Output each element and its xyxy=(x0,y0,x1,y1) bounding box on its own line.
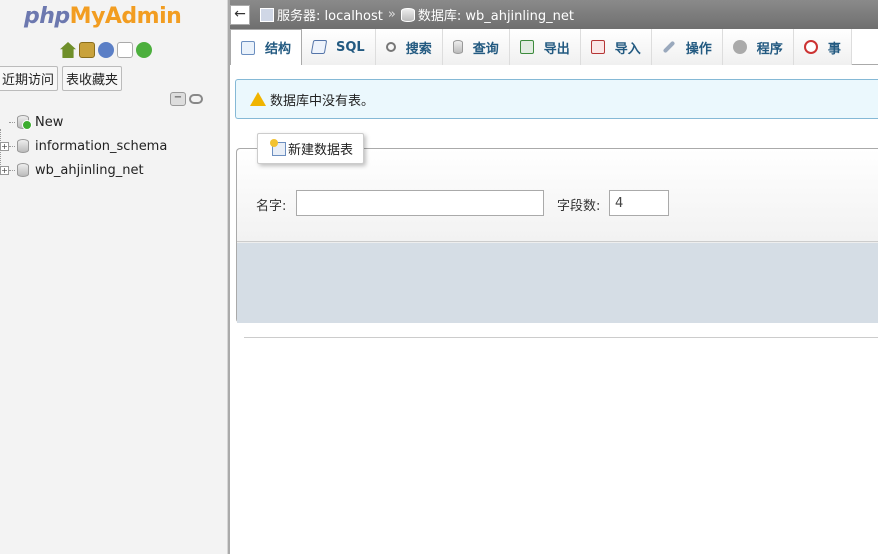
tree-controls: − xyxy=(170,92,203,106)
search-icon xyxy=(385,42,396,52)
tab-label: 查询 xyxy=(472,41,499,57)
docs-icon[interactable] xyxy=(117,42,133,58)
events-icon xyxy=(803,40,818,54)
breadcrumb-separator: » xyxy=(387,7,396,22)
create-table-form xyxy=(236,148,878,323)
collapse-all-icon[interactable]: − xyxy=(170,92,186,106)
export-icon xyxy=(519,40,534,54)
tab-search[interactable]: 搜索 xyxy=(375,29,443,65)
tab-label: 导出 xyxy=(543,41,570,57)
sql-icon xyxy=(310,40,328,54)
favorite-tables-button[interactable]: 表收藏夹 xyxy=(62,66,123,91)
logo-my: My xyxy=(69,4,106,29)
recent-tables-button[interactable]: 近期访问 xyxy=(0,66,59,91)
import-icon xyxy=(590,40,605,54)
help-icon[interactable] xyxy=(98,42,114,58)
form-footer xyxy=(237,243,878,323)
tab-label: 程序 xyxy=(756,41,783,57)
routines-icon xyxy=(732,40,747,54)
tree-item-label[interactable]: wb_ahjinling_net xyxy=(35,163,144,178)
tab-label: 导入 xyxy=(614,41,641,57)
column-count-label: 字段数: xyxy=(557,199,601,214)
tab-label: 结构 xyxy=(265,42,292,57)
phpmyadmin-logo[interactable]: phpMyAdmin xyxy=(24,4,182,29)
new-database-icon xyxy=(17,115,32,130)
new-table-icon xyxy=(270,138,286,156)
structure-icon xyxy=(241,40,255,55)
nav-icon-bar xyxy=(60,42,152,58)
reload-icon[interactable] xyxy=(136,42,152,58)
tree-branch xyxy=(9,121,15,123)
logout-icon[interactable] xyxy=(79,42,95,58)
expand-icon[interactable]: + xyxy=(0,165,9,175)
tab-operations[interactable]: 操作 xyxy=(651,29,723,65)
tree-branch xyxy=(9,145,15,147)
legend-text: 新建数据表 xyxy=(288,143,354,158)
notice-text: 数据库中没有表。 xyxy=(270,93,375,109)
tab-sql[interactable]: SQL xyxy=(302,29,376,65)
database-icon xyxy=(400,7,415,22)
tree-item-label[interactable]: New xyxy=(35,115,63,130)
main-tabs: 结构 SQL 搜索 查询 导出 导入 操作 程序 事 xyxy=(230,29,878,65)
logo-admin: Admin xyxy=(104,4,182,29)
phpmyadmin-app: phpMyAdmin 近期访问 表收藏夹 − New + information… xyxy=(0,0,878,554)
tab-label: SQL xyxy=(336,39,365,55)
table-name-input[interactable] xyxy=(296,190,544,216)
nav-tabs: 近期访问 表收藏夹 xyxy=(0,66,123,91)
warning-icon xyxy=(250,92,266,106)
no-tables-notice: 数据库中没有表。 xyxy=(235,79,878,119)
server-icon xyxy=(260,7,274,22)
tab-label: 事 xyxy=(827,41,841,57)
breadcrumb-server[interactable]: 服务器: localhost xyxy=(277,5,383,24)
tab-label: 操作 xyxy=(685,41,712,57)
tab-routines[interactable]: 程序 xyxy=(722,29,794,65)
home-icon[interactable] xyxy=(60,42,76,58)
link-with-main-icon[interactable] xyxy=(189,94,203,104)
tab-structure[interactable]: 结构 xyxy=(230,29,303,65)
divider xyxy=(244,337,878,338)
tab-events[interactable]: 事 xyxy=(793,29,852,65)
tab-export[interactable]: 导出 xyxy=(509,29,581,65)
back-arrow-icon[interactable]: ← xyxy=(230,4,250,25)
tab-query[interactable]: 查询 xyxy=(442,29,510,65)
breadcrumb: 服务器: localhost » 数据库: wb_ahjinling_net xyxy=(260,5,574,24)
tree-item-new[interactable]: New xyxy=(0,112,220,132)
tab-label: 搜索 xyxy=(405,41,432,57)
panel-splitter[interactable] xyxy=(228,0,230,554)
tree-item-information-schema[interactable]: + information_schema xyxy=(0,136,220,156)
breadcrumb-bar: ← 服务器: localhost » 数据库: wb_ahjinling_net xyxy=(230,0,878,29)
tree-item-wb-ahjinling-net[interactable]: + wb_ahjinling_net xyxy=(0,160,220,180)
tree-branch xyxy=(9,169,15,171)
database-icon xyxy=(17,163,29,177)
query-icon xyxy=(452,40,463,54)
column-count-input[interactable] xyxy=(609,190,669,216)
database-icon xyxy=(17,139,29,153)
table-name-label: 名字: xyxy=(256,199,287,214)
create-table-legend: 新建数据表 xyxy=(257,133,365,164)
breadcrumb-database[interactable]: 数据库: wb_ahjinling_net xyxy=(418,5,574,24)
navigation-panel: phpMyAdmin 近期访问 表收藏夹 − New + information… xyxy=(0,0,228,554)
operations-icon xyxy=(662,40,676,54)
logo-php: php xyxy=(24,4,70,29)
tab-import[interactable]: 导入 xyxy=(580,29,652,65)
tree-item-label[interactable]: information_schema xyxy=(35,139,167,154)
expand-icon[interactable]: + xyxy=(0,141,9,151)
